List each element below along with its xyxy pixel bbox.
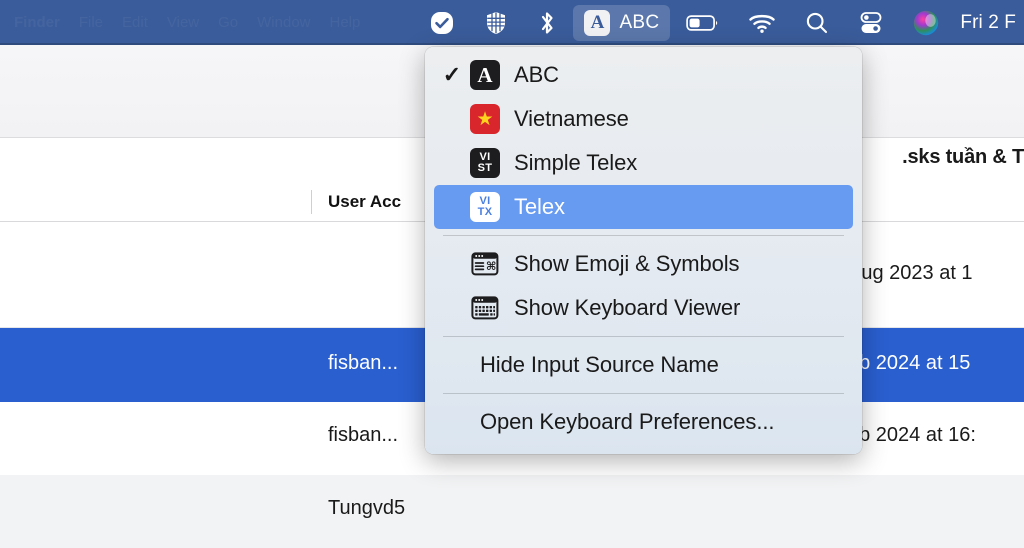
battery-icon[interactable] [672,0,734,45]
grid-shield-glyph [487,11,506,34]
row-date: eb 2024 at 15 [848,352,971,374]
input-source-menu-button[interactable]: A ABC [573,4,671,41]
menubar-item-window[interactable]: Window [257,14,310,31]
control-center-glyph [861,11,882,33]
menu-item-open-keyboard-preferences[interactable]: Open Keyboard Preferences... [434,400,853,444]
emoji-symbols-glyph: ⌘ [471,252,499,276]
menubar-app-menus: Finder File Edit View Go Window Help [0,14,415,31]
menu-item-label: Open Keyboard Preferences... [480,409,775,434]
menu-item-show-emoji-symbols[interactable]: ⌘ Show Emoji & Symbols [434,242,853,286]
menubar-item-file[interactable]: File [79,14,103,31]
svg-text:⌘: ⌘ [486,259,497,273]
menubar-item-view[interactable]: View [167,14,199,31]
row-date: eb 2024 at 16: [848,424,976,446]
menu-separator [443,336,844,337]
column-divider [311,190,312,214]
do-not-disturb-icon[interactable] [415,0,469,45]
column-header-user-account[interactable]: User Acc [328,192,401,212]
bluetooth-glyph [542,11,554,34]
telex-badge-text: VI TX [478,196,493,218]
menu-item-hide-input-source-name[interactable]: Hide Input Source Name [434,343,853,387]
menu-item-vietnamese[interactable]: ★ Vietnamese [434,97,853,141]
control-center-icon[interactable] [844,0,898,45]
menubar-status-items: A ABC Fri 2 F [415,0,1024,45]
simple-telex-badge-text: VI ST [478,152,493,174]
menu-item-label: Show Emoji & Symbols [514,251,740,276]
menu-item-telex[interactable]: VI TX Telex [434,185,853,229]
siri-icon[interactable] [898,0,954,45]
row-name: fisban... [328,352,399,374]
table-row[interactable]: Tungvd5 [0,475,1024,548]
menu-item-abc[interactable]: ✓ A ABC [434,53,853,97]
abc-badge-letter: A [477,62,493,87]
row-date: Aug 2023 at 1 [848,262,973,284]
menubar-clock[interactable]: Fri 2 F [954,12,1018,34]
emoji-symbols-icon: ⌘ [470,249,500,279]
menu-item-show-keyboard-viewer[interactable]: Show Keyboard Viewer [434,286,853,330]
checkmark-icon: ✓ [442,62,462,87]
abc-badge-icon: A [470,60,500,90]
vietnam-flag-icon: ★ [470,104,500,134]
menu-item-label: Vietnamese [514,106,629,131]
bluetooth-icon[interactable] [523,0,571,45]
keyboard-viewer-icon [470,293,500,323]
input-source-label: ABC [619,11,660,33]
row-name: Tungvd5 [328,497,406,519]
badge-line2: ST [477,162,493,174]
menu-item-label: Hide Input Source Name [480,352,719,377]
keyboard-viewer-glyph [471,296,499,320]
wifi-glyph [749,14,776,33]
grid-shield-icon[interactable] [469,0,523,45]
spotlight-search-icon[interactable] [790,0,844,45]
menu-item-label: Simple Telex [514,150,638,175]
menu-separator [443,235,844,236]
telex-badge-icon: VI TX [470,192,500,222]
do-not-disturb-glyph [431,11,454,34]
menubar-item-finder[interactable]: Finder [14,14,60,31]
menu-separator [443,393,844,394]
menu-item-label: ABC [514,62,559,87]
menu-item-simple-telex[interactable]: VI ST Simple Telex [434,141,853,185]
badge-line2: TX [477,206,493,218]
wifi-icon[interactable] [734,0,790,45]
search-glyph [807,12,828,33]
siri-glyph [914,10,939,35]
battery-glyph [686,14,718,31]
menu-item-label: Telex [514,194,565,219]
input-source-dropdown-menu: ✓ A ABC ★ Vietnamese VI ST Simple Telex … [425,47,862,454]
macos-menu-bar: Finder File Edit View Go Window Help A A… [0,0,1024,45]
menubar-item-go[interactable]: Go [218,14,238,31]
flag-star-glyph: ★ [476,108,494,130]
menubar-item-edit[interactable]: Edit [122,14,148,31]
input-source-badge-icon: A [584,9,611,36]
simple-telex-badge-icon: VI ST [470,148,500,178]
menubar-item-help[interactable]: Help [330,14,361,31]
row-name: fisban... [328,424,399,446]
menu-item-label: Show Keyboard Viewer [514,295,741,320]
